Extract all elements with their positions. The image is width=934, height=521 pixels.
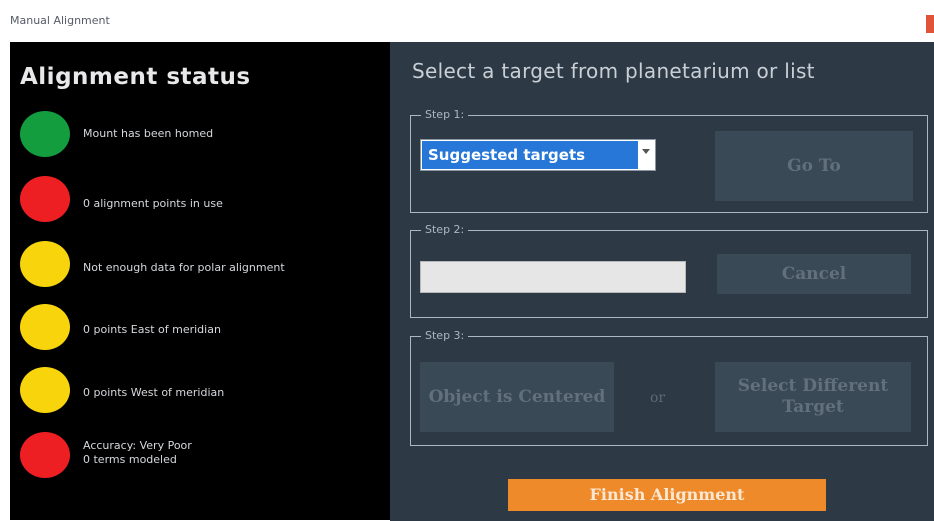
status-heading: Alignment status: [20, 64, 251, 90]
title-bar: Manual Alignment: [0, 0, 934, 42]
status-text: Accuracy: Very Poor 0 terms modeled: [83, 439, 192, 466]
chevron-down-icon[interactable]: [642, 149, 650, 154]
status-indicator-icon: [20, 111, 70, 157]
object-centered-button[interactable]: Object is Centered: [420, 362, 614, 432]
status-text: 0 points East of meridian: [83, 323, 221, 336]
cancel-button[interactable]: Cancel: [717, 254, 911, 294]
step3-legend: Step 3:: [421, 329, 469, 342]
step2-legend: Step 2:: [421, 223, 469, 236]
status-indicator-icon: [20, 432, 70, 478]
target-select-value: Suggested targets: [422, 141, 638, 169]
status-indicator-icon: [20, 304, 70, 350]
status-indicator-icon: [20, 176, 70, 222]
status-indicator-icon: [20, 241, 70, 287]
or-label: or: [650, 390, 666, 406]
finish-alignment-button[interactable]: Finish Alignment: [508, 479, 826, 511]
instruction-text: Select a target from planetarium or list: [412, 59, 815, 83]
step3-group: Step 3: Object is Centered or Select Dif…: [410, 329, 928, 446]
status-text: Mount has been homed: [83, 127, 214, 140]
target-panel: Select a target from planetarium or list…: [390, 42, 934, 521]
status-text: Not enough data for polar alignment: [83, 261, 285, 274]
select-different-target-button[interactable]: Select Different Target: [715, 362, 911, 432]
close-icon[interactable]: [926, 15, 934, 33]
goto-button[interactable]: Go To: [715, 131, 913, 201]
window-title: Manual Alignment: [10, 14, 110, 27]
step2-group: Step 2: Cancel: [410, 223, 928, 318]
step1-legend: Step 1:: [421, 108, 469, 121]
status-text: 0 points West of meridian: [83, 386, 225, 399]
target-select[interactable]: Suggested targets: [420, 139, 656, 171]
target-name-input[interactable]: [420, 261, 686, 293]
status-indicator-icon: [20, 367, 70, 413]
alignment-status-panel: Alignment status Mount has been homed 0 …: [10, 42, 390, 520]
status-text: 0 alignment points in use: [83, 197, 223, 210]
step1-group: Step 1: Suggested targets Go To: [410, 108, 928, 213]
